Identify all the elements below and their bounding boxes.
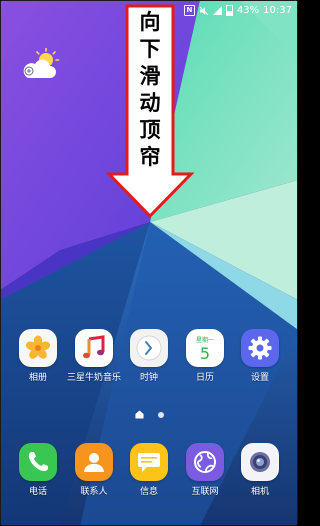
app-label: 时钟 — [139, 373, 158, 383]
clock-icon — [136, 335, 162, 361]
app-clock[interactable]: 时钟 — [121, 329, 177, 384]
app-label: 信息 — [139, 487, 158, 497]
app-label: 三星牛奶音乐 — [66, 373, 121, 383]
home-screen: N 43% 10:37 向 下 滑 动 顶 帘 相册 三星牛奶音乐 时钟 星期一… — [0, 0, 298, 526]
app-clock-icon-bg[interactable] — [130, 329, 168, 367]
app-phone[interactable]: 电话 — [10, 443, 66, 498]
home-page-icon[interactable] — [134, 410, 144, 419]
app-phone-icon-bg[interactable] — [19, 443, 57, 481]
app-music-icon-bg[interactable] — [75, 329, 113, 367]
app-contacts-icon-bg[interactable] — [75, 443, 113, 481]
hint-char: 滑 — [139, 63, 161, 88]
music-note-icon — [83, 335, 105, 359]
page-dot[interactable] — [157, 411, 164, 418]
app-settings[interactable]: 设置 — [232, 329, 288, 384]
battery-percent: 43% — [236, 5, 260, 16]
app-label: 相册 — [28, 373, 47, 383]
weather-widget-icon[interactable] — [20, 48, 64, 82]
app-label: 相机 — [250, 487, 269, 497]
app-settings-icon-bg[interactable] — [241, 329, 279, 367]
camera-icon — [250, 452, 270, 472]
app-contacts[interactable]: 联系人 — [66, 443, 122, 498]
app-gallery-icon-bg[interactable] — [19, 329, 57, 367]
hint-char: 动 — [139, 90, 161, 115]
flower-icon — [25, 335, 51, 359]
clock-time: 10:37 — [263, 5, 292, 16]
app-messages[interactable]: 信息 — [121, 443, 177, 498]
hint-char: 下 — [139, 36, 161, 61]
app-label: 日历 — [195, 373, 214, 383]
signal-icon — [212, 6, 222, 15]
calendar-day: 5 — [200, 344, 210, 363]
globe-icon — [194, 451, 216, 473]
app-samsung-music[interactable]: 三星牛奶音乐 — [66, 329, 122, 384]
app-internet-icon-bg[interactable] — [186, 443, 224, 481]
app-internet[interactable]: 互联网 — [177, 443, 233, 498]
contact-icon — [84, 453, 104, 472]
app-label: 电话 — [28, 487, 47, 497]
app-label: 设置 — [250, 373, 269, 383]
app-label: 联系人 — [80, 487, 108, 497]
swipe-down-hint: 向 下 滑 动 顶 帘 — [105, 4, 195, 219]
hint-char: 顶 — [139, 117, 161, 142]
mute-icon — [199, 6, 209, 15]
app-calendar[interactable]: 星期一 5 日历 — [177, 329, 233, 384]
hint-char: 向 — [139, 9, 161, 34]
calendar-icon: 星期一 5 — [196, 336, 214, 363]
hint-char: 帘 — [139, 144, 161, 169]
app-messages-icon-bg[interactable] — [130, 443, 168, 481]
message-icon — [138, 453, 160, 472]
page-indicator[interactable] — [0, 410, 298, 419]
app-camera-icon-bg[interactable] — [241, 443, 279, 481]
app-calendar-icon-bg[interactable]: 星期一 5 — [186, 329, 224, 367]
status-icons: N 43% 10:37 — [183, 5, 292, 16]
battery-icon — [225, 5, 233, 16]
phone-icon — [28, 452, 48, 472]
app-label: 互联网 — [191, 487, 219, 497]
calendar-weekday: 星期一 — [196, 336, 214, 344]
gear-icon — [248, 336, 272, 360]
app-gallery[interactable]: 相册 — [10, 329, 66, 384]
app-camera[interactable]: 相机 — [232, 443, 288, 498]
swipe-down-text: 向 下 滑 动 顶 帘 — [125, 8, 175, 170]
